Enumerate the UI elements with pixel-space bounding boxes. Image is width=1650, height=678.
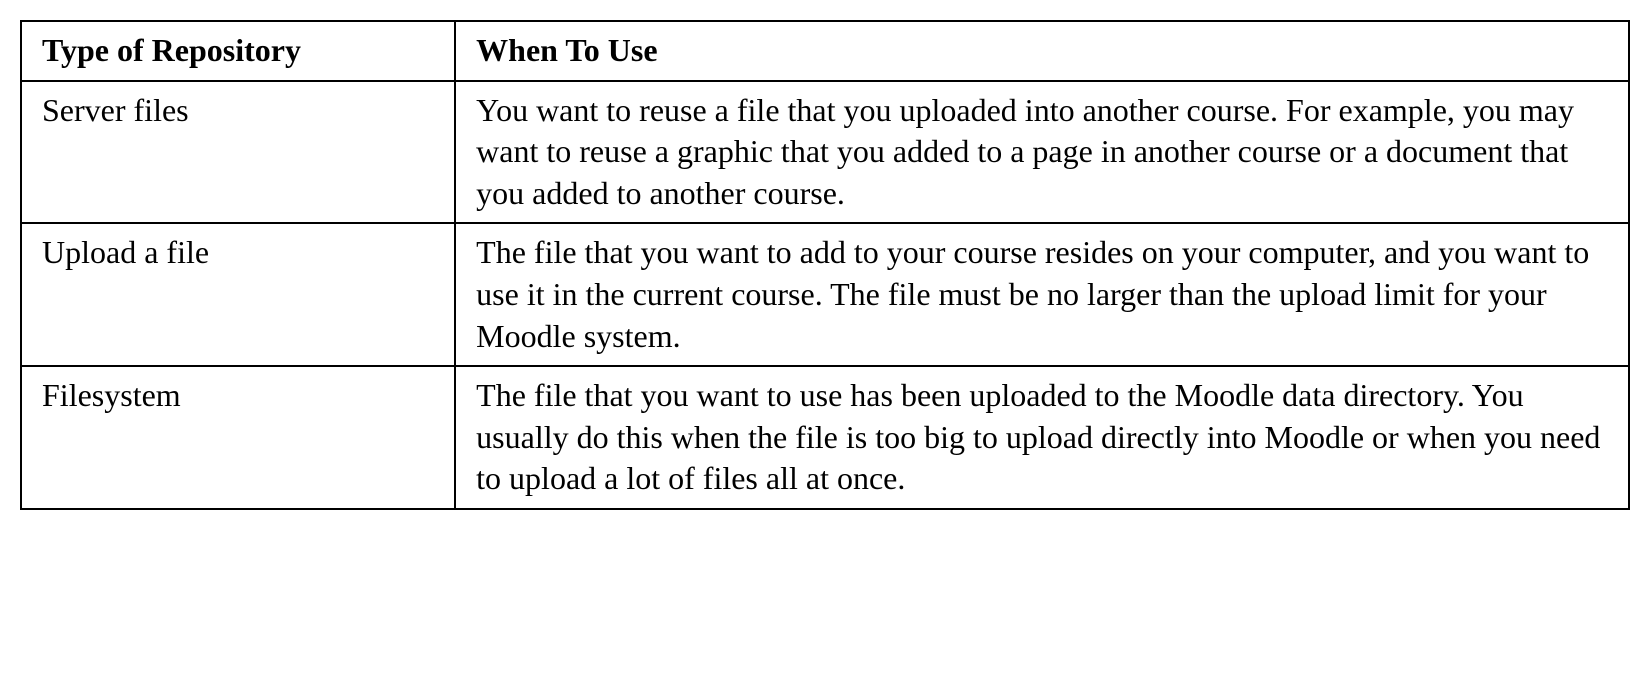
repository-table: Type of Repository When To Use Server fi… [20, 20, 1630, 510]
cell-when: The file that you want to use has been u… [455, 366, 1629, 509]
cell-type: Filesystem [21, 366, 455, 509]
cell-when: You want to reuse a file that you upload… [455, 81, 1629, 224]
header-type: Type of Repository [21, 21, 455, 81]
table-row: Upload a file The file that you want to … [21, 223, 1629, 366]
cell-type: Upload a file [21, 223, 455, 366]
header-when: When To Use [455, 21, 1629, 81]
cell-type: Server files [21, 81, 455, 224]
table-row: Filesystem The file that you want to use… [21, 366, 1629, 509]
table-header-row: Type of Repository When To Use [21, 21, 1629, 81]
cell-when: The file that you want to add to your co… [455, 223, 1629, 366]
table-row: Server files You want to reuse a file th… [21, 81, 1629, 224]
